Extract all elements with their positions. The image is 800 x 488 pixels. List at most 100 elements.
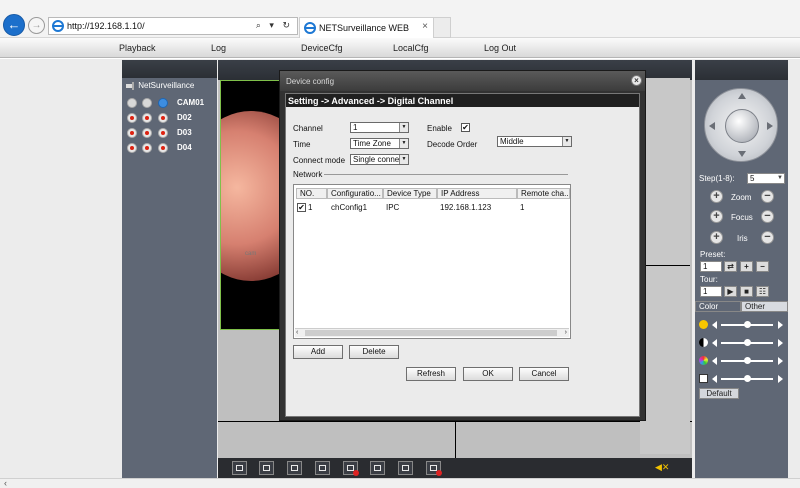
new-tab-button[interactable] bbox=[434, 17, 451, 38]
channel-play-icon[interactable] bbox=[158, 98, 168, 108]
tab-netsurveillance[interactable]: NETSurveillance WEB × bbox=[299, 17, 434, 38]
ptz-right-icon[interactable] bbox=[767, 122, 773, 130]
ptz-down-icon[interactable] bbox=[738, 151, 746, 157]
slider-track[interactable] bbox=[721, 321, 773, 328]
add-button[interactable]: Add bbox=[293, 345, 343, 359]
decrease-icon[interactable] bbox=[712, 321, 717, 329]
preset-input[interactable]: 1 bbox=[700, 261, 722, 272]
increase-icon[interactable] bbox=[778, 339, 783, 347]
saturation-slider[interactable] bbox=[699, 356, 785, 366]
disconnected-icon[interactable] bbox=[127, 143, 137, 153]
slider-knob[interactable] bbox=[743, 321, 751, 328]
tree-item-d03[interactable]: D03 bbox=[127, 128, 215, 139]
zoom-out-button[interactable]: − bbox=[761, 190, 774, 203]
video-cell-cam01[interactable]: cam bbox=[220, 80, 280, 330]
iris-open-button[interactable]: + bbox=[710, 231, 723, 244]
tab-close-icon[interactable]: × bbox=[422, 21, 428, 32]
time-select[interactable]: Time Zone ▼ bbox=[350, 138, 409, 149]
connect-mode-select[interactable]: Single connec ▼ bbox=[350, 154, 409, 165]
disconnected-icon[interactable] bbox=[142, 113, 152, 123]
decrease-icon[interactable] bbox=[712, 357, 717, 365]
record-icon[interactable] bbox=[127, 98, 137, 108]
page-hscrollbar[interactable]: ‹ bbox=[0, 478, 800, 488]
slider-track[interactable] bbox=[721, 357, 773, 364]
decrease-icon[interactable] bbox=[712, 375, 717, 383]
column-header[interactable]: NO. bbox=[296, 188, 327, 199]
column-header[interactable]: IP Address bbox=[437, 188, 517, 199]
tab-other[interactable]: Other bbox=[741, 301, 788, 312]
menu-log[interactable]: Log bbox=[211, 43, 226, 53]
ptz-direction-pad[interactable] bbox=[704, 88, 778, 162]
forward-button[interactable]: → bbox=[28, 17, 45, 34]
slider-knob[interactable] bbox=[743, 375, 751, 382]
tree-item-d04[interactable]: D04 bbox=[127, 143, 215, 154]
tree-root[interactable]: NetSurveillance bbox=[125, 81, 194, 91]
ptz-left-icon[interactable] bbox=[709, 122, 715, 130]
slider-knob[interactable] bbox=[743, 357, 751, 364]
hue-slider[interactable] bbox=[699, 374, 785, 384]
disconnected-icon[interactable] bbox=[142, 128, 152, 138]
contrast-slider[interactable] bbox=[699, 338, 785, 348]
scroll-left-icon[interactable]: ‹ bbox=[296, 329, 298, 337]
decrease-icon[interactable] bbox=[712, 339, 717, 347]
menu-logout[interactable]: Log Out bbox=[484, 43, 516, 53]
menu-localcfg[interactable]: LocalCfg bbox=[393, 43, 429, 53]
increase-icon[interactable] bbox=[778, 357, 783, 365]
focus-near-button[interactable]: + bbox=[710, 210, 723, 223]
fullscreen-button[interactable] bbox=[232, 461, 247, 475]
disconnected-icon[interactable] bbox=[127, 113, 137, 123]
ok-button[interactable]: OK bbox=[463, 367, 513, 381]
play-icon[interactable] bbox=[142, 98, 152, 108]
disconnected-icon[interactable] bbox=[158, 113, 168, 123]
slider-track[interactable] bbox=[721, 375, 773, 382]
stop-record-button[interactable] bbox=[426, 461, 442, 476]
volume-icon[interactable]: ◀✕ bbox=[655, 462, 673, 474]
column-header[interactable]: Configuratio... bbox=[327, 188, 383, 199]
increase-icon[interactable] bbox=[778, 375, 783, 383]
record-all-button[interactable] bbox=[398, 461, 413, 475]
tour-config-icon[interactable]: ☷ bbox=[756, 286, 769, 297]
video-cell-right[interactable] bbox=[640, 78, 690, 454]
row-checkbox[interactable]: ✔ bbox=[297, 203, 306, 212]
tree-item-cam01[interactable]: CAM01 bbox=[127, 98, 215, 109]
quad-view-button[interactable] bbox=[287, 461, 302, 475]
default-button[interactable]: Default bbox=[699, 388, 739, 399]
refresh-button[interactable]: Refresh bbox=[406, 367, 456, 381]
close-icon[interactable]: × bbox=[631, 75, 642, 86]
tour-stop-icon[interactable]: ■ bbox=[740, 286, 753, 297]
menu-playback[interactable]: Playback bbox=[119, 43, 156, 53]
back-button[interactable]: ← bbox=[3, 14, 25, 36]
disconnected-icon[interactable] bbox=[142, 143, 152, 153]
increase-icon[interactable] bbox=[778, 321, 783, 329]
column-header[interactable]: Remote cha... bbox=[517, 188, 570, 199]
snapshot-button[interactable] bbox=[370, 461, 385, 475]
search-refresh-icons[interactable]: ⌕ ▾ ↻ bbox=[256, 20, 293, 31]
open-all-button[interactable] bbox=[315, 461, 330, 475]
single-view-button[interactable] bbox=[259, 461, 274, 475]
menu-devicecfg[interactable]: DeviceCfg bbox=[301, 43, 343, 53]
delete-button[interactable]: Delete bbox=[349, 345, 399, 359]
channel-select[interactable]: 1 ▼ bbox=[350, 122, 409, 133]
ptz-center-button[interactable] bbox=[725, 109, 759, 143]
table-hscrollbar[interactable]: ‹ › bbox=[295, 328, 569, 337]
slider-track[interactable] bbox=[721, 339, 773, 346]
ptz-up-icon[interactable] bbox=[738, 93, 746, 99]
focus-far-button[interactable]: − bbox=[761, 210, 774, 223]
tree-item-d02[interactable]: D02 bbox=[127, 113, 215, 124]
delete-preset-button[interactable]: − bbox=[756, 261, 769, 272]
enable-checkbox[interactable]: ✔ bbox=[461, 123, 470, 132]
iris-close-button[interactable]: − bbox=[761, 231, 774, 244]
scroll-right-icon[interactable]: › bbox=[565, 329, 567, 337]
scroll-left-icon[interactable]: ‹ bbox=[4, 478, 7, 488]
decode-order-select[interactable]: Middle ▼ bbox=[497, 136, 572, 147]
slider-knob[interactable] bbox=[743, 339, 751, 346]
zoom-in-button[interactable]: + bbox=[710, 190, 723, 203]
cancel-button[interactable]: Cancel bbox=[519, 367, 569, 381]
scroll-thumb[interactable] bbox=[305, 330, 557, 336]
dialog-titlebar[interactable]: Device config × bbox=[280, 71, 645, 91]
close-all-button[interactable] bbox=[343, 461, 359, 476]
column-header[interactable]: Device Type bbox=[383, 188, 437, 199]
add-preset-button[interactable]: + bbox=[740, 261, 753, 272]
goto-preset-button[interactable]: ⇄ bbox=[724, 261, 737, 272]
disconnected-icon[interactable] bbox=[158, 143, 168, 153]
